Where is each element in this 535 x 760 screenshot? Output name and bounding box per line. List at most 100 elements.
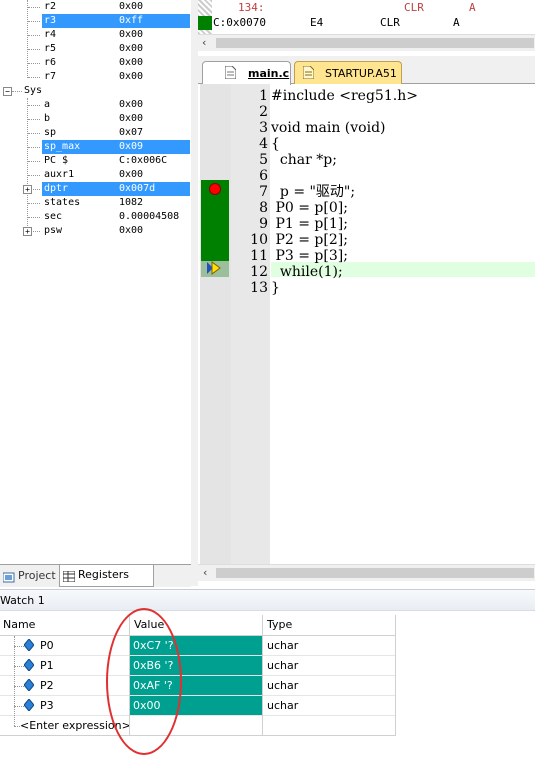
watch-type: uchar xyxy=(267,639,299,652)
watch-enter-expression-row[interactable]: <Enter expression> xyxy=(0,716,395,736)
register-row[interactable]: + dptr 0x007d xyxy=(0,182,190,196)
register-row[interactable]: sec 0.00004508 xyxy=(0,210,190,224)
code-line[interactable]: #include <reg51.h> xyxy=(271,88,418,104)
register-row[interactable]: r6 0x00 xyxy=(0,56,190,70)
scroll-left-icon[interactable]: ‹ xyxy=(202,36,206,49)
disasm-current-marker xyxy=(198,16,212,30)
c-file-icon xyxy=(224,65,237,82)
tab-main-c-label: main.c xyxy=(248,67,290,80)
tab-project-label: Project xyxy=(18,569,56,582)
register-row[interactable]: sp 0x07 xyxy=(0,126,190,140)
code-line[interactable]: while(1); xyxy=(271,264,343,280)
watch-var-icon xyxy=(23,678,35,694)
code-line[interactable]: void main (void) xyxy=(271,120,386,136)
register-row[interactable]: r4 0x00 xyxy=(0,28,190,42)
code-line[interactable]: p = "驱动"; xyxy=(271,184,355,200)
expand-icon[interactable]: + xyxy=(23,227,32,236)
register-value[interactable]: 0x07 xyxy=(119,126,143,140)
register-row[interactable]: b 0x00 xyxy=(0,112,190,126)
editor-area: main.c STARTUP.A51 1 #include <reg51.h> 2 3… xyxy=(198,56,535,584)
editor-hscrollbar[interactable]: ‹ xyxy=(198,564,535,581)
line-number: 3 xyxy=(259,120,268,136)
register-row[interactable]: + psw 0x00 xyxy=(0,224,190,238)
register-value[interactable]: C:0x006C xyxy=(119,154,167,168)
annotation-circle xyxy=(106,608,182,755)
watch-type: uchar xyxy=(267,659,299,672)
line-number: 4 xyxy=(259,136,268,152)
scroll-thumb[interactable] xyxy=(216,568,534,578)
sys-collapse-icon[interactable]: − xyxy=(3,87,12,96)
register-name: b xyxy=(44,113,51,124)
register-value[interactable]: 0x00 xyxy=(119,28,143,42)
project-icon xyxy=(2,570,15,583)
register-value[interactable]: 0x00 xyxy=(119,70,143,84)
disasm-line1-addr: 134: xyxy=(238,1,265,14)
tab-registers[interactable]: Registers xyxy=(59,565,154,587)
register-name: sec xyxy=(44,211,63,222)
tab-main-c[interactable]: main.c xyxy=(202,61,291,85)
register-row[interactable]: sp_max 0x09 xyxy=(0,140,190,154)
watch-row[interactable]: P3 0x00 uchar xyxy=(0,696,395,716)
line-number: 11 xyxy=(250,248,268,264)
watch-name[interactable]: P0 xyxy=(40,639,54,652)
watch-name[interactable]: P2 xyxy=(40,679,54,692)
scroll-left-icon[interactable]: ‹ xyxy=(203,566,207,579)
register-value[interactable]: 0x00 xyxy=(119,56,143,70)
register-row[interactable]: r2 0x00 xyxy=(0,0,190,14)
register-value[interactable]: 0x09 xyxy=(119,140,144,154)
register-name: r4 xyxy=(44,29,57,40)
tab-startup-a51[interactable]: STARTUP.A51 xyxy=(294,61,402,84)
watch-row[interactable]: P0 0xC7 '? uchar xyxy=(0,636,395,656)
register-row[interactable]: r7 0x00 xyxy=(0,70,190,84)
code-line[interactable]: P2 = p[2]; xyxy=(271,232,347,248)
watch-row[interactable]: P1 0xB6 '? uchar xyxy=(0,656,395,676)
register-value[interactable]: 0x00 xyxy=(119,168,143,182)
register-row[interactable]: r5 0x00 xyxy=(0,42,190,56)
register-row[interactable]: PC $ C:0x006C xyxy=(0,154,190,168)
watch-name[interactable]: P1 xyxy=(40,659,54,672)
register-row[interactable]: auxr1 0x00 xyxy=(0,168,190,182)
watch-var-icon xyxy=(23,658,35,674)
register-value[interactable]: 0x007d xyxy=(119,182,156,196)
code-line[interactable]: { xyxy=(271,136,280,152)
register-name: auxr1 xyxy=(44,169,75,180)
vertical-splitter[interactable] xyxy=(191,0,198,586)
scroll-thumb[interactable] xyxy=(216,38,534,48)
register-row[interactable]: a 0x00 xyxy=(0,98,190,112)
sys-group-label[interactable]: Sys xyxy=(24,84,42,98)
code-line[interactable]: P0 = p[0]; xyxy=(271,200,347,216)
register-row[interactable]: r3 0xff xyxy=(0,14,190,28)
expand-icon[interactable]: + xyxy=(23,185,32,194)
code-editor[interactable]: 1 #include <reg51.h> 2 3 void main (void) 4{5… xyxy=(198,84,535,564)
register-name: r3 xyxy=(44,14,57,28)
disasm-hscrollbar[interactable]: ‹ xyxy=(198,34,535,51)
disasm-line2-op: CLR xyxy=(380,16,400,29)
watch-type: uchar xyxy=(267,679,299,692)
register-value[interactable]: 0x00 xyxy=(119,42,143,56)
code-line[interactable]: char *p; xyxy=(271,152,337,168)
register-value[interactable]: 0x00 xyxy=(119,224,143,238)
line-number: 6 xyxy=(259,168,268,184)
code-line[interactable]: P1 = p[1]; xyxy=(271,216,347,232)
col-type-header[interactable]: Type xyxy=(267,618,292,631)
register-name: r5 xyxy=(44,43,57,54)
register-value[interactable]: 0x00 xyxy=(119,98,143,112)
register-value[interactable]: 0xff xyxy=(119,14,144,28)
line-number: 12 xyxy=(250,264,268,280)
register-value[interactable]: 0x00 xyxy=(119,112,143,126)
register-value[interactable]: 0x00 xyxy=(119,0,143,14)
watch-name[interactable]: P3 xyxy=(40,699,54,712)
disasm-line1-op: CLR xyxy=(404,1,424,14)
code-line[interactable]: P3 = p[3]; xyxy=(271,248,347,264)
disasm-line1-arg: A xyxy=(469,1,476,14)
register-name: sp xyxy=(44,127,57,138)
col-name-header[interactable]: Name xyxy=(3,618,35,631)
register-name: r7 xyxy=(44,71,57,82)
register-value[interactable]: 1082 xyxy=(119,196,143,210)
register-value[interactable]: 0.00004508 xyxy=(119,210,179,224)
watch-row[interactable]: P2 0xAF '? uchar xyxy=(0,676,395,696)
code-line[interactable]: } xyxy=(271,280,280,296)
tab-registers-label: Registers xyxy=(78,568,130,581)
register-row[interactable]: states 1082 xyxy=(0,196,190,210)
register-name: psw xyxy=(44,225,63,236)
